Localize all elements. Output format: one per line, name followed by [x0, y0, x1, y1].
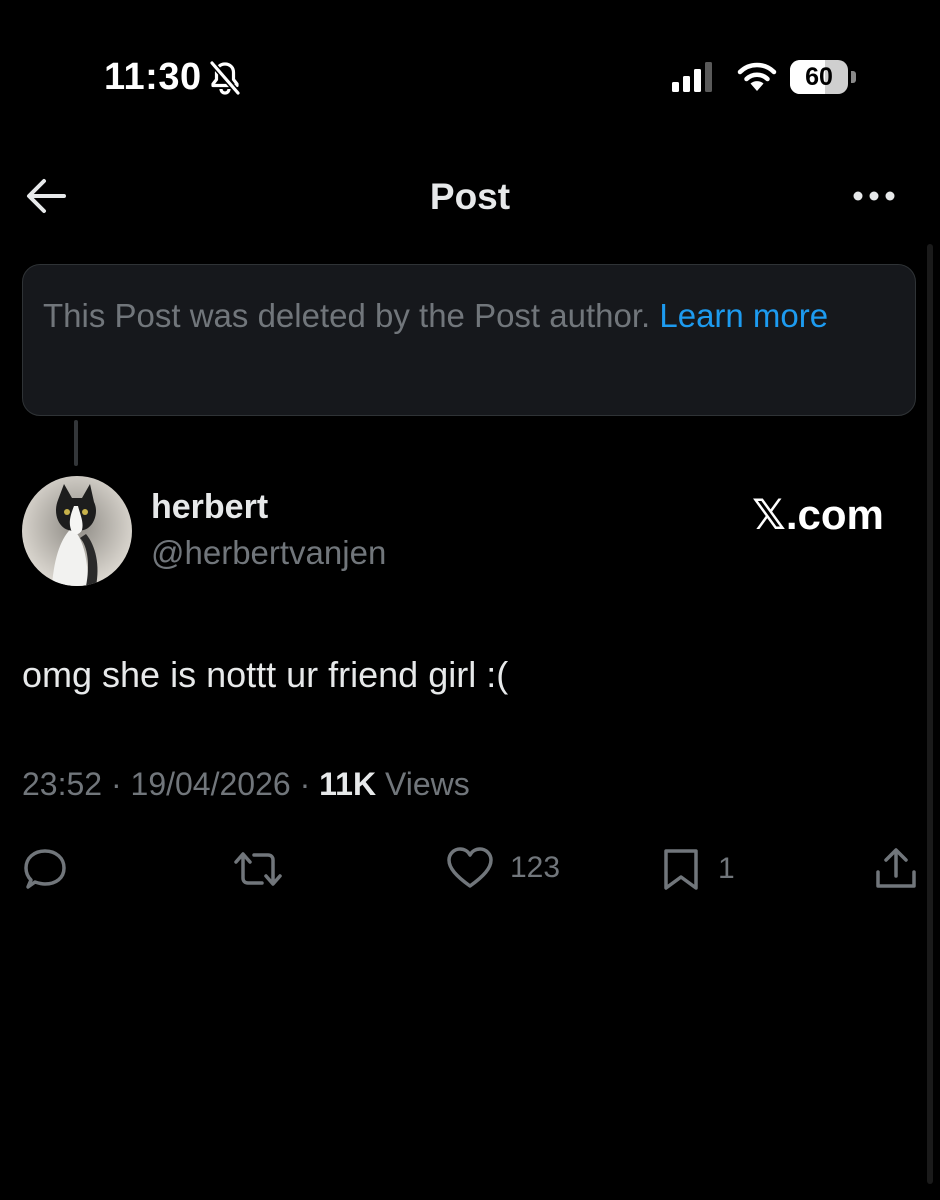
repost-icon — [234, 852, 282, 886]
deleted-notice-text: This Post was deleted by the Post author… — [43, 293, 897, 339]
author-handle[interactable]: @herbertvanjen — [151, 534, 386, 572]
wifi-icon — [737, 62, 777, 91]
post-meta: 23:52 · 19/04/2026 · 11K Views — [22, 766, 470, 803]
bookmark-button[interactable]: 1 — [660, 846, 735, 892]
status-time: 11:30 — [104, 56, 202, 98]
views-count[interactable]: 11K — [319, 766, 376, 802]
page-title: Post — [429, 176, 511, 217]
bell-slash-icon — [209, 61, 241, 95]
learn-more-link[interactable]: Learn more — [659, 297, 828, 334]
signal-icon — [672, 62, 712, 92]
deleted-notice-message: This Post was deleted by the Post author… — [43, 297, 660, 334]
like-button[interactable]: 123 — [446, 846, 560, 890]
thread-connector-line — [74, 420, 78, 466]
battery-nub — [851, 71, 856, 83]
battery-icon: 60 — [790, 60, 848, 94]
avatar-cat-image — [22, 476, 132, 586]
post-text: omg she is nottt ur friend girl :( — [22, 654, 509, 695]
author-name[interactable]: herbert — [151, 488, 268, 527]
avatar[interactable] — [22, 476, 132, 586]
reply-button[interactable] — [22, 846, 68, 892]
share-icon — [876, 848, 916, 888]
bookmark-count: 1 — [718, 852, 735, 885]
meta-separator: · — [299, 766, 311, 802]
more-icon[interactable] — [852, 187, 896, 205]
meta-separator: · — [110, 766, 122, 802]
scroll-indicator[interactable] — [927, 244, 933, 1184]
repost-button[interactable] — [232, 846, 284, 892]
share-button[interactable] — [874, 846, 918, 892]
post-date: 19/04/2026 — [130, 766, 291, 802]
bookmark-icon — [664, 849, 698, 890]
like-count: 123 — [510, 851, 561, 884]
post-time: 23:52 — [22, 766, 103, 802]
like-icon — [447, 847, 493, 888]
x-com-watermark: 𝕏.com — [752, 491, 884, 538]
views-label: Views — [384, 766, 470, 802]
deleted-post-notice: This Post was deleted by the Post author… — [22, 264, 916, 416]
reply-icon — [24, 849, 66, 889]
battery-level-label: 60 — [805, 63, 833, 91]
